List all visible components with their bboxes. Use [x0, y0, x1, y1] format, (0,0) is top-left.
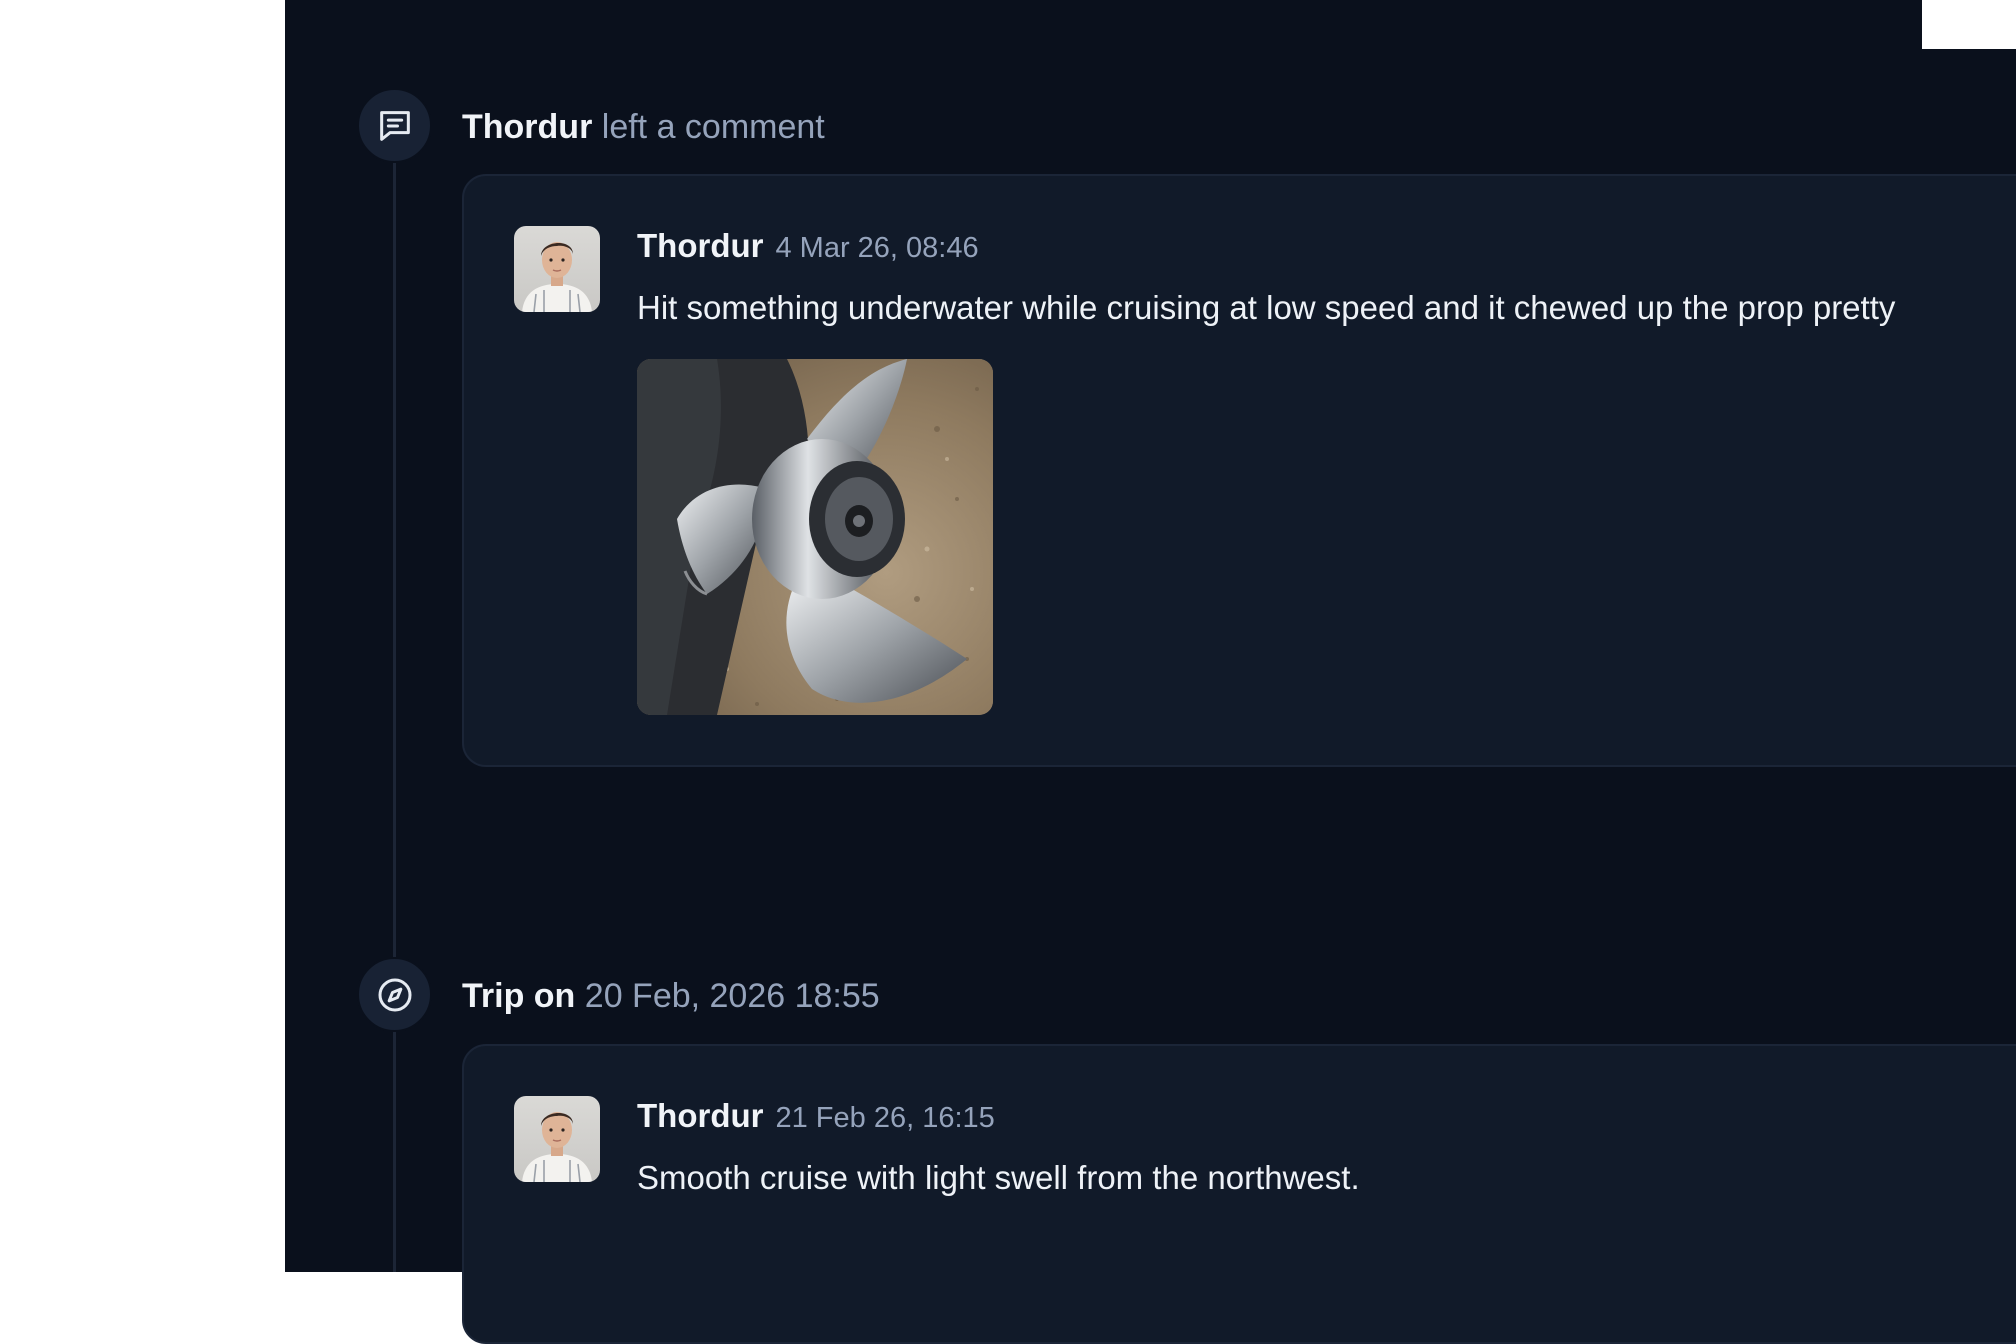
- avatar[interactable]: [514, 226, 600, 312]
- trip-date[interactable]: 20 Feb, 2026 18:55: [585, 977, 880, 1015]
- event-actor[interactable]: Thordur: [462, 108, 592, 146]
- timeline-connector: [393, 162, 396, 957]
- comment-card: Thordur 21 Feb 26, 16:15 Smooth cruise wi…: [462, 1044, 2016, 1344]
- left-blank-panel: [0, 0, 285, 1272]
- comment-author[interactable]: Thordur: [637, 1097, 763, 1134]
- event-header-comment: Thordur left a comment: [462, 107, 825, 147]
- comment-icon: [357, 88, 432, 163]
- comment-meta: Thordur 21 Feb 26, 16:15: [637, 1096, 995, 1143]
- compass-icon: [357, 957, 432, 1032]
- avatar[interactable]: [514, 1096, 600, 1182]
- comment-text: Hit something underwater while cruising …: [637, 289, 1896, 326]
- timeline-connector: [393, 1031, 396, 1272]
- damaged-propeller-photo[interactable]: [637, 359, 993, 715]
- event-action: left a comment: [601, 108, 825, 146]
- comment-author[interactable]: Thordur: [637, 227, 763, 264]
- comment-timestamp: 21 Feb 26, 16:15: [775, 1102, 995, 1134]
- trip-label: Trip on: [462, 977, 576, 1015]
- comment-card: Thordur 4 Mar 26, 08:46 Hit something und…: [462, 174, 2016, 767]
- comment-text: Smooth cruise with light swell from the …: [637, 1159, 1360, 1196]
- comment-meta: Thordur 4 Mar 26, 08:46: [637, 226, 979, 273]
- comment-timestamp: 4 Mar 26, 08:46: [775, 232, 979, 264]
- top-right-panel: [1922, 0, 2016, 49]
- event-header-trip: Trip on 20 Feb, 2026 18:55: [462, 976, 880, 1016]
